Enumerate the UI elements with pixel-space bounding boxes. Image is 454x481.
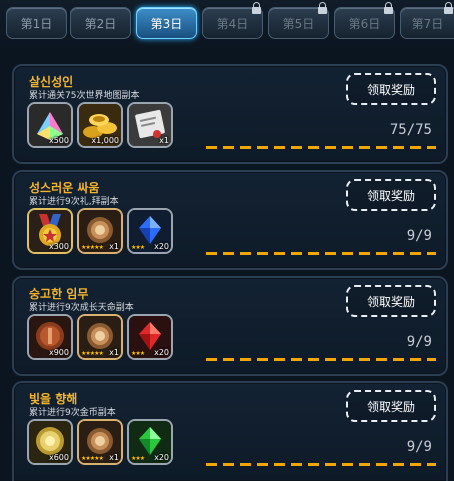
reward-quantity: x900 [48,348,69,357]
reward-quantity: x1 [109,242,119,251]
reward-item[interactable]: ★★★★★ x1 [77,314,123,360]
progress-bar [206,252,436,255]
reward-quantity: x300 [48,242,69,251]
quest-card: 숭고한 임무 累计进行9次成长天命副本 领取奖励 x900 ★★★★★ x1 ★… [12,276,448,376]
tab-day-7[interactable]: 第7日 [400,2,454,39]
claim-reward-button[interactable]: 领取奖励 [346,285,436,317]
tab-label: 第2日 [84,16,117,31]
lock-icon [318,2,327,14]
claim-reward-button[interactable]: 领取奖励 [346,390,436,422]
star-rating: ★★★ [131,455,145,462]
reward-quantity: x1,000 [91,136,119,145]
reward-list: x500 x1,000 x1 [27,102,173,148]
reward-quantity: x1 [109,348,119,357]
tab-label: 第6日 [348,16,381,31]
star-rating: ★★★★★ [81,455,104,462]
reward-item[interactable]: ★★★★★ x1 [77,419,123,465]
progress-bar [206,358,436,361]
claim-reward-button[interactable]: 领取奖励 [346,73,436,105]
tab-label: 第1日 [20,16,53,31]
star-rating: ★★★ [131,244,145,251]
reward-quantity: x20 [154,242,169,251]
progress-count: 9/9 [406,334,432,350]
progress-count: 9/9 [406,228,432,244]
quest-description: 累计进行9次金币副本 [29,408,116,418]
reward-quantity: x1 [159,136,169,145]
reward-item[interactable]: x900 [27,314,73,360]
reward-quantity: x1 [109,453,119,462]
tab-day-5[interactable]: 第5日 [268,2,329,39]
quest-card: 살신성인 累计通关75次世界地图副本 领取奖励 x500 x1,000 x1 7… [12,64,448,164]
tab-label: 第5日 [282,16,315,31]
reward-quantity: x600 [48,453,69,462]
reward-item[interactable]: ★★★ x20 [127,419,173,465]
tab-day-1[interactable]: 第1日 [6,7,67,39]
lock-icon [384,2,393,14]
tab-day-4[interactable]: 第4日 [202,2,263,39]
reward-item[interactable]: x500 [27,102,73,148]
reward-quantity: x20 [154,348,169,357]
quest-card: 성스러운 싸움 累计进行9次礼,拜副本 领取奖励 x300 ★★★★★ x1 ★… [12,170,448,270]
reward-item[interactable]: ★★★ x20 [127,314,173,360]
claim-reward-button[interactable]: 领取奖励 [346,179,436,211]
quest-card: 빛을 향해 累计进行9次金币副本 领取奖励 x600 ★★★★★ x1 ★★★ … [12,381,448,481]
star-rating: ★★★ [131,350,145,357]
progress-count: 75/75 [389,122,432,138]
quest-description: 累计进行9次礼,拜副本 [29,197,119,207]
progress-count: 9/9 [406,439,432,455]
progress-bar [206,463,436,466]
day-tab-bar: 第1日 第2日 第3日 第4日 第5日 第6日 第7日 [0,0,454,52]
tab-label: 第7日 [411,16,444,31]
quest-description: 累计通关75次世界地图副本 [29,91,140,101]
tab-day-6[interactable]: 第6日 [334,2,395,39]
progress-bar [206,146,436,149]
reward-item[interactable]: x300 [27,208,73,254]
reward-list: x600 ★★★★★ x1 ★★★ x20 [27,419,173,465]
reward-quantity: x20 [154,453,169,462]
quest-description: 累计进行9次成长天命副本 [29,303,134,313]
lock-icon [252,2,261,14]
tab-day-3[interactable]: 第3日 [136,7,197,39]
lock-icon [444,2,453,14]
tab-label: 第3日 [150,16,183,31]
reward-item[interactable]: ★★★★★ x1 [77,208,123,254]
reward-item[interactable]: x600 [27,419,73,465]
star-rating: ★★★★★ [81,244,104,251]
reward-quantity: x500 [48,136,69,145]
tab-label: 第4日 [216,16,249,31]
reward-list: x300 ★★★★★ x1 ★★★ x20 [27,208,173,254]
reward-item[interactable]: ★★★ x20 [127,208,173,254]
reward-item[interactable]: x1 [127,102,173,148]
star-rating: ★★★★★ [81,350,104,357]
tab-day-2[interactable]: 第2日 [70,7,131,39]
reward-item[interactable]: x1,000 [77,102,123,148]
reward-list: x900 ★★★★★ x1 ★★★ x20 [27,314,173,360]
